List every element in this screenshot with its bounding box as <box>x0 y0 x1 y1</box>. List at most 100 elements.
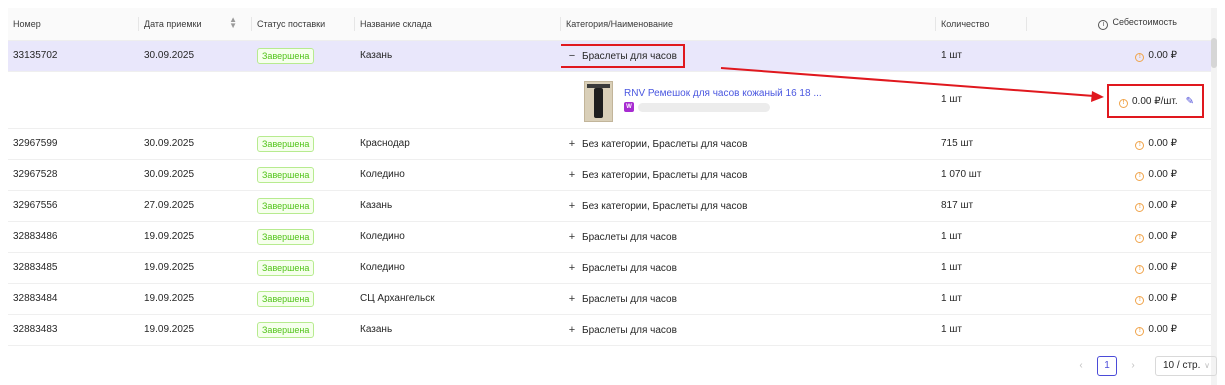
col-header-cost[interactable]: i Себестоимость <box>1027 8 1217 41</box>
col-header-status[interactable]: Статус поставки <box>252 8 355 41</box>
cell-warehouse-text: Коледино <box>360 169 405 180</box>
cell-date-text: 19.09.2025 <box>144 324 195 335</box>
cell-quantity-text: 1 шт <box>941 50 962 61</box>
status-badge: Завершена <box>257 321 315 338</box>
cell-number: 33135702 <box>8 40 139 72</box>
table-row[interactable]: 32883485 19.09.2025 Завершена Коледино + Брас… <box>8 252 1217 284</box>
cost-value: 0.00 ₽ <box>1148 49 1177 61</box>
cell-warehouse: Казань <box>355 190 561 222</box>
cell-date-text: 27.09.2025 <box>144 200 195 211</box>
col-header-number[interactable]: Номер <box>8 8 139 41</box>
table-row[interactable]: 32967599 30.09.2025 Завершена Краснодар + Без… <box>8 128 1217 160</box>
cell-warehouse-text: Казань <box>360 200 393 211</box>
expand-icon[interactable]: + <box>566 262 578 274</box>
category-text: Браслеты для часов <box>582 50 677 62</box>
page-size-select[interactable]: 10 / стр. ∨ <box>1155 356 1217 376</box>
cell-warehouse: СЦ Архангельск <box>355 283 561 315</box>
cell-quantity: 1 шт <box>936 221 1027 253</box>
expand-icon[interactable]: + <box>566 200 578 212</box>
category-text: Браслеты для часов <box>582 293 677 305</box>
vertical-scrollbar[interactable] <box>1211 8 1217 385</box>
cell-status: Завершена <box>252 314 355 346</box>
table-row[interactable]: 33135702 30.09.2025 Завершена Казань − Брасле… <box>8 40 1217 72</box>
col-header-warehouse[interactable]: Название склада <box>355 8 561 41</box>
table-row[interactable]: 32967556 27.09.2025 Завершена Казань + Без ка… <box>8 190 1217 222</box>
cell-quantity: 817 шт <box>936 190 1027 222</box>
col-header-quantity[interactable]: Количество <box>936 8 1027 41</box>
category-wrap: + Браслеты для часов <box>566 324 677 336</box>
cell-number-text: 33135702 <box>13 50 58 61</box>
pagination-prev-button[interactable]: ‹ <box>1074 356 1088 376</box>
cell-warehouse-text: Краснодар <box>360 138 410 149</box>
cell-date: 19.09.2025 <box>139 252 252 284</box>
cell-date: 30.09.2025 <box>139 128 252 160</box>
cell-cost: ! 0.00 ₽ <box>1027 221 1217 253</box>
cell-warehouse: Коледино <box>355 252 561 284</box>
child-empty-cell <box>252 71 355 129</box>
col-header-date[interactable]: Дата приемки ▲ ▼ <box>139 8 252 41</box>
warning-icon: ! <box>1135 326 1145 336</box>
product-thumbnail[interactable] <box>584 81 613 122</box>
unit-cost-value: ! 0.00 ₽/шт. ✎ <box>1119 96 1194 108</box>
cell-date: 30.09.2025 <box>139 159 252 191</box>
pencil-edit-icon[interactable]: ✎ <box>1186 96 1194 107</box>
cell-quantity-text: 1 шт <box>941 324 962 335</box>
cell-date-text: 19.09.2025 <box>144 293 195 304</box>
cell-quantity-text: 1 шт <box>941 231 962 242</box>
cell-number: 32967599 <box>8 128 139 160</box>
cell-category: + Без категории, Браслеты для часов <box>561 190 936 222</box>
category-wrap: + Без категории, Браслеты для часов <box>566 200 748 212</box>
status-badge: Завершена <box>257 166 315 183</box>
pagination-next-button[interactable]: › <box>1126 356 1140 376</box>
cell-category: + Браслеты для часов <box>561 314 936 346</box>
cell-number-text: 32883483 <box>13 324 58 335</box>
cell-status: Завершена <box>252 159 355 191</box>
table-row[interactable]: 32883484 19.09.2025 Завершена СЦ Архангельс… <box>8 283 1217 315</box>
status-badge: Завершена <box>257 47 315 64</box>
product-link[interactable]: RNV Ремешок для часов кожаный 16 18 ... <box>624 88 822 99</box>
category-text: Без категории, Браслеты для часов <box>582 138 748 150</box>
pagination-page-1[interactable]: 1 <box>1097 356 1117 376</box>
expand-icon[interactable]: + <box>566 231 578 243</box>
collapse-icon[interactable]: − <box>566 50 578 62</box>
cell-quantity: 715 шт <box>936 128 1027 160</box>
warning-icon: ! <box>1135 202 1145 212</box>
chevron-down-icon: ∨ <box>1204 361 1210 370</box>
cell-status: Завершена <box>252 128 355 160</box>
category-text: Браслеты для часов <box>582 231 677 243</box>
cell-number: 32883484 <box>8 283 139 315</box>
cell-warehouse-text: СЦ Архангельск <box>360 293 435 304</box>
child-empty-cell <box>8 71 139 129</box>
expand-icon[interactable]: + <box>566 293 578 305</box>
cell-number: 32883483 <box>8 314 139 346</box>
cell-number-text: 32967599 <box>13 138 58 149</box>
cell-status: Завершена <box>252 190 355 222</box>
status-badge: Завершена <box>257 259 315 276</box>
cell-quantity: 1 шт <box>936 40 1027 72</box>
table-row[interactable]: 32967528 30.09.2025 Завершена Коледино + Без … <box>8 159 1217 191</box>
category-text: Браслеты для часов <box>582 262 677 274</box>
status-badge: Завершена <box>257 228 315 245</box>
cell-cost: ! 0.00 ₽ <box>1027 40 1217 72</box>
col-header-category[interactable]: Категория/Наименование <box>561 8 936 41</box>
cell-quantity: 1 070 шт <box>936 159 1027 191</box>
expand-icon[interactable]: + <box>566 169 578 181</box>
cell-cost: ! 0.00 ₽ <box>1027 128 1217 160</box>
category-wrap: + Браслеты для часов <box>566 293 677 305</box>
cell-status: Завершена <box>252 283 355 315</box>
cell-date-text: 30.09.2025 <box>144 169 195 180</box>
cell-warehouse-text: Коледино <box>360 262 405 273</box>
table-row[interactable]: 32883486 19.09.2025 Завершена Коледино + Брас… <box>8 221 1217 253</box>
table-row[interactable]: 32883483 19.09.2025 Завершена Казань + Брасле… <box>8 314 1217 346</box>
scrollbar-thumb[interactable] <box>1211 38 1217 68</box>
cell-number: 32883485 <box>8 252 139 284</box>
expand-icon[interactable]: + <box>566 324 578 336</box>
table-header-row: Номер Дата приемки ▲ ▼ Статус поставки Наз… <box>8 8 1217 41</box>
sort-icon[interactable]: ▲ ▼ <box>229 15 237 29</box>
info-icon[interactable]: i <box>1098 20 1109 31</box>
status-badge: Завершена <box>257 290 315 307</box>
cell-category: + Браслеты для часов <box>561 283 936 315</box>
expand-icon[interactable]: + <box>566 138 578 150</box>
cell-date-text: 30.09.2025 <box>144 50 195 61</box>
wildberries-icon: W <box>624 102 634 112</box>
